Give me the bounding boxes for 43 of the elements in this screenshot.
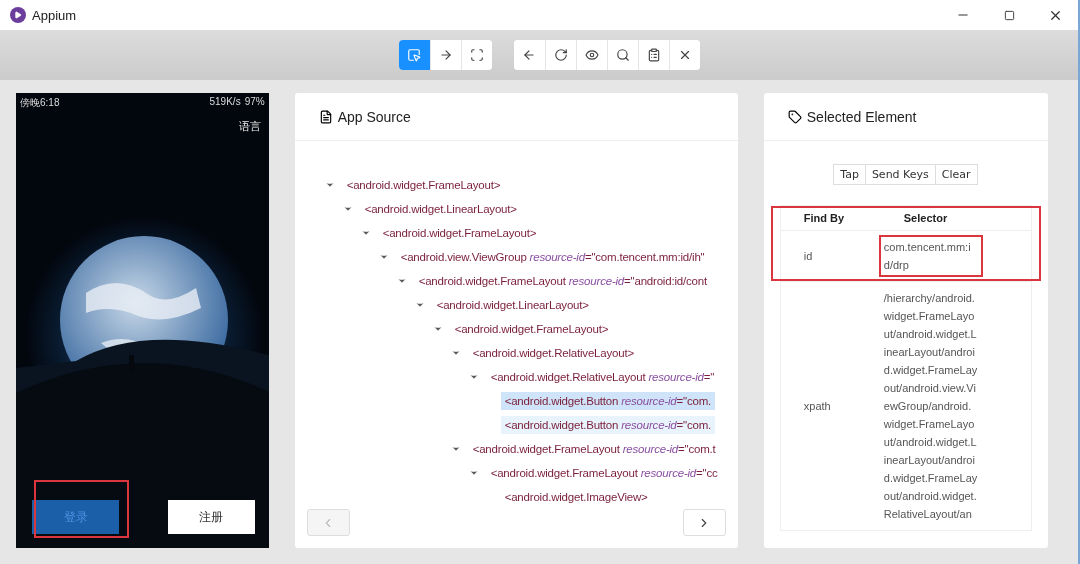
- select-mode-icon: [407, 48, 421, 62]
- tree-node[interactable]: <android.widget.Button resource-id="com.: [500, 392, 716, 410]
- app-logo-icon: [10, 7, 26, 23]
- action-button[interactable]: Send Keys: [864, 164, 936, 185]
- column-header: Find By: [802, 212, 846, 224]
- tree-node[interactable]: <android.widget.ImageView>: [500, 488, 652, 506]
- scan-frame-icon: [469, 48, 484, 62]
- tree-node[interactable]: <android.widget.Button resource-id="com.: [500, 416, 716, 434]
- document-icon: [318, 109, 333, 124]
- tree-node[interactable]: <android.widget.RelativeLayout resource-id=": [486, 368, 719, 386]
- tree-node[interactable]: <android.widget.FrameLayout>: [450, 320, 613, 338]
- tree-node[interactable]: <android.widget.FrameLayout resource-id="com.t: [468, 440, 720, 458]
- action-button[interactable]: Tap: [833, 164, 866, 185]
- table-cell-text: /hierarchy/android.widget.FrameLayout/android.widget.LinearLayout/android.widget.FrameLayout/android.view.ViewGroup/android.widget.FrameLayout/android.widget.LinearLayout/android.widget.FrameLayout/android.widget.RelativeLayout/an: [882, 291, 979, 522]
- tree-node[interactable]: <android.view.ViewGroup resource-id="com.tencent.mm:id/ih": [396, 248, 709, 266]
- tree-node[interactable]: <android.widget.FrameLayout>: [342, 176, 505, 194]
- status-clock: 傍晚6:18: [20, 96, 60, 110]
- table-cell-text: id: [802, 250, 814, 262]
- search-icon: [615, 48, 630, 62]
- tree-node[interactable]: <android.widget.FrameLayout resource-id="android:id/cont: [414, 272, 711, 290]
- panel-title: App Source: [337, 108, 411, 125]
- window-title: Appium: [32, 7, 78, 23]
- tree-node[interactable]: <android.widget.RelativeLayout>: [468, 344, 638, 362]
- network-speed: 519K/s: [209, 96, 241, 109]
- back-arrow-icon: [522, 48, 536, 62]
- clipboard-icon: [646, 48, 661, 62]
- column-header: Selector: [902, 212, 949, 224]
- tree-node[interactable]: <android.widget.LinearLayout>: [360, 200, 521, 218]
- language-link[interactable]: 语言: [238, 119, 261, 134]
- eye-icon: [584, 48, 599, 62]
- table-cell-text: xpath: [802, 400, 832, 412]
- scan-frame-icon-button[interactable]: [460, 40, 492, 70]
- refresh-icon: [553, 48, 568, 62]
- panel-title: Selected Element: [806, 108, 917, 125]
- tree-node[interactable]: <android.widget.LinearLayout>: [432, 296, 593, 314]
- tree-node[interactable]: <android.widget.FrameLayout>: [378, 224, 541, 242]
- tag-icon: [787, 109, 802, 124]
- table-cell: com.tencent.mm:id/drp: [880, 237, 981, 275]
- action-button[interactable]: Clear: [934, 164, 978, 185]
- tree-node[interactable]: <android.widget.FrameLayout resource-id="cc: [486, 464, 722, 482]
- select-mode-icon-button[interactable]: [398, 40, 430, 70]
- battery-level: 97%: [244, 96, 265, 109]
- register-button[interactable]: 注册: [167, 500, 255, 534]
